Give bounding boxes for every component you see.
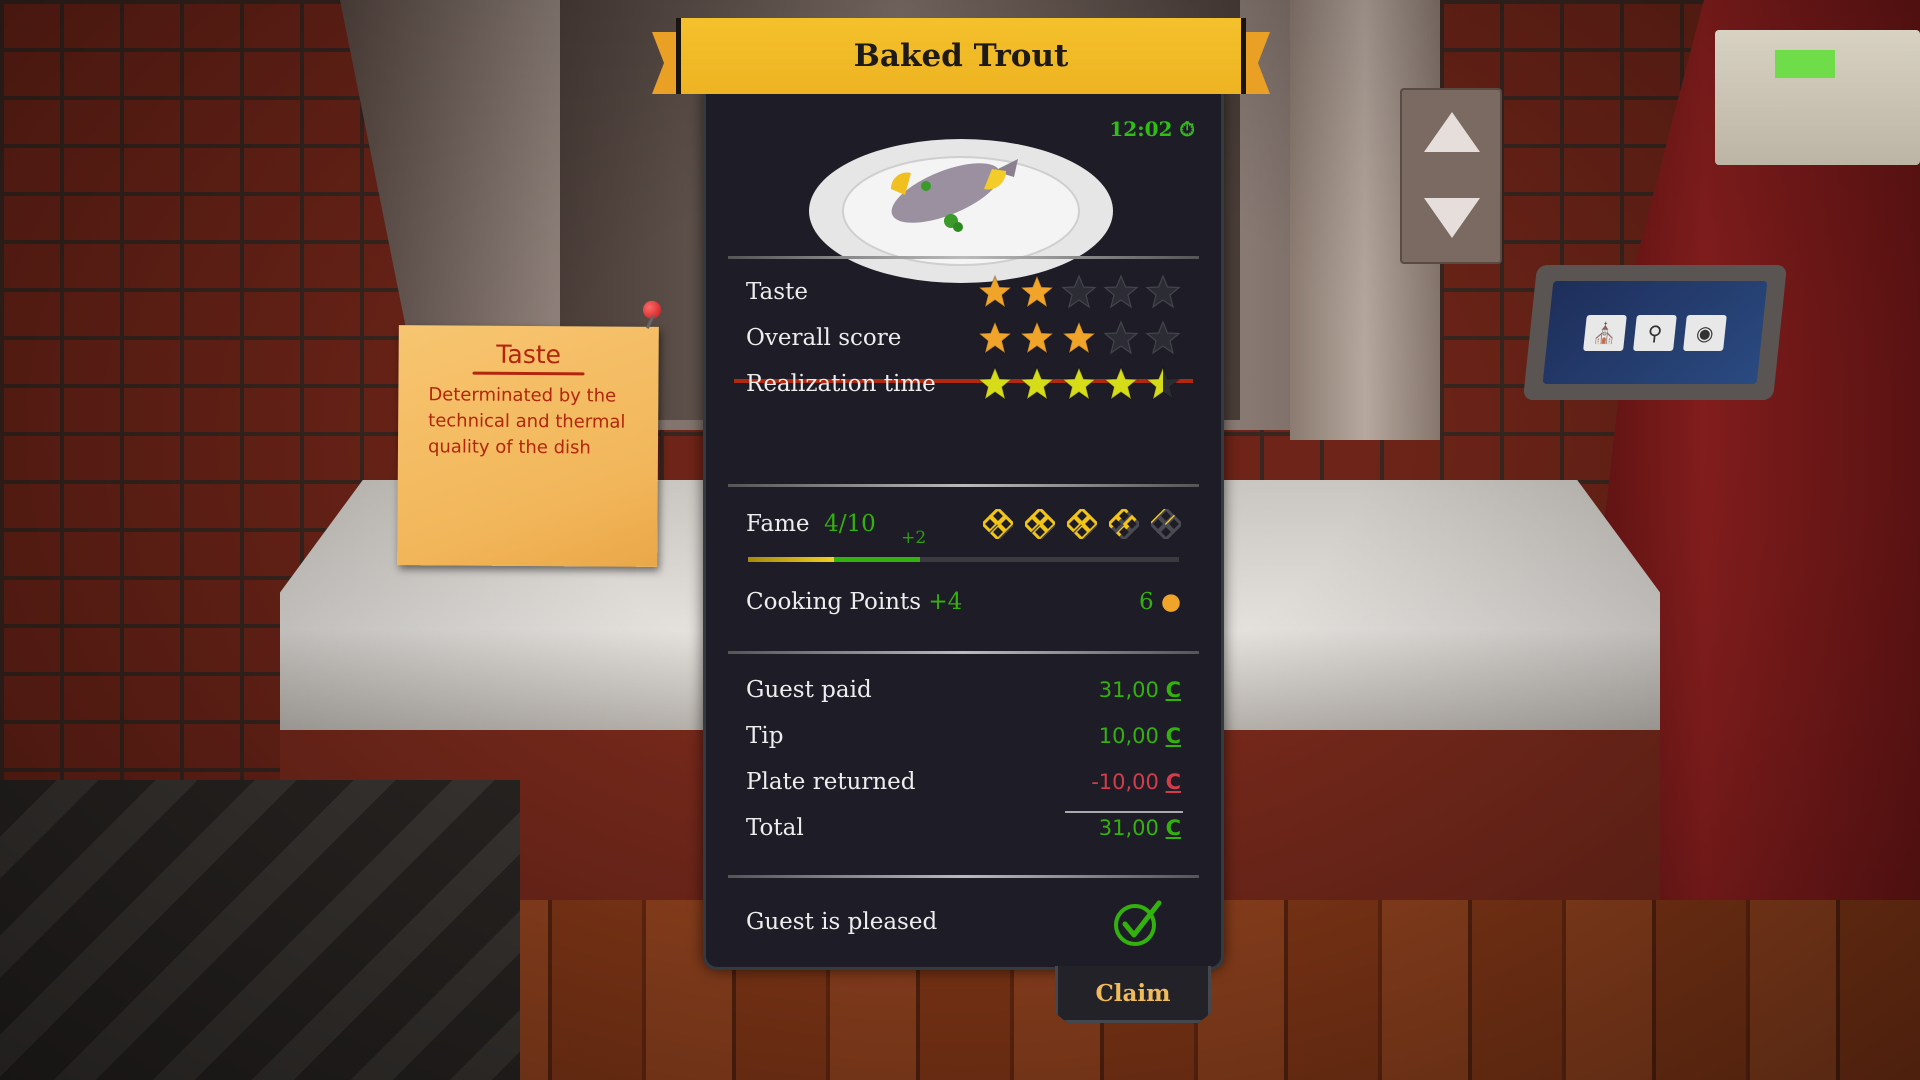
tooltip-title: Taste [496, 339, 562, 370]
divider [728, 875, 1199, 878]
tooltip-title-underline [472, 371, 585, 376]
payment-amount: 31,00 C [1098, 816, 1181, 840]
currency-icon: C [1165, 770, 1181, 794]
dish-title: Baked Trout [853, 38, 1069, 74]
camera-app-icon[interactable]: ◉ [1683, 314, 1727, 351]
fame-progress-gain [834, 557, 921, 562]
star-filled-icon [1061, 320, 1097, 355]
fame-progress-bar [748, 557, 1179, 562]
star-filled-icon [1061, 366, 1097, 401]
star-empty-icon [1145, 320, 1181, 355]
star-filled-icon [1019, 274, 1055, 309]
payment-label: Tip [746, 723, 784, 749]
guest-status-row: Guest is pleased [746, 897, 1181, 947]
fame-icon-filled [983, 509, 1013, 539]
dish-result-panel: 12:02 ⏱ Taste Overall score Realization … [703, 88, 1224, 970]
payment-label: Plate returned [746, 769, 916, 795]
timer-value: 12:02 [1109, 117, 1173, 141]
currency-icon: C [1165, 816, 1181, 840]
rating-row-realization-time[interactable]: Realization time [746, 366, 1181, 402]
fame-row[interactable]: Fame 4/10 +2 [746, 509, 1181, 548]
cooking-points-delta: +4 [928, 589, 963, 615]
star-filled-icon [977, 274, 1013, 309]
timer: 12:02 ⏱ [1109, 117, 1195, 141]
currency-icon: C [1165, 724, 1181, 748]
star-rating [977, 320, 1181, 356]
thermostat[interactable] [1715, 30, 1920, 165]
star-rating [977, 366, 1181, 402]
fame-label: Fame [746, 511, 810, 537]
payment-label: Guest paid [746, 677, 872, 703]
star-half-icon [1145, 366, 1181, 401]
star-filled-icon [977, 320, 1013, 355]
divider [728, 484, 1199, 487]
fame-icons [983, 509, 1181, 539]
divider [728, 256, 1199, 259]
payment-amount: 31,00 C [1098, 678, 1181, 702]
fame-icon-filled [1067, 509, 1097, 539]
cooking-points-label: Cooking Points [746, 589, 922, 615]
fame-delta: +2 [901, 528, 927, 548]
payment-row-tip: Tip 10,00 C [746, 723, 1181, 749]
star-empty-icon [1145, 274, 1181, 309]
payment-amount: 10,00 C [1098, 724, 1181, 748]
sum-line [1065, 811, 1183, 813]
tooltip-body: Determinated by the technical and therma… [427, 384, 626, 459]
payment-label: Total [746, 815, 804, 841]
star-rating [977, 274, 1181, 310]
thermostat-display [1775, 50, 1835, 78]
star-filled-icon [977, 366, 1013, 401]
star-empty-icon [1061, 274, 1097, 309]
fame-progress-previous [748, 557, 835, 562]
star-empty-icon [1103, 320, 1139, 355]
tooltip-note: Taste Determinated by the technical and … [397, 300, 662, 567]
fame-icon-filled [1025, 509, 1055, 539]
wall-tablet[interactable]: ⛪ ⚲ ◉ [1522, 265, 1788, 400]
ribbon: Baked Trout [676, 18, 1246, 94]
chef-hat-icon: ● [1160, 589, 1181, 615]
currency-icon: C [1165, 678, 1181, 702]
stopwatch-icon: ⏱ [1179, 117, 1195, 141]
guest-status-label: Guest is pleased [746, 909, 938, 935]
fame-value: 4/10 [824, 511, 876, 537]
divider [728, 651, 1199, 654]
cooking-points-row: Cooking Points +4 6 ● [746, 589, 1181, 615]
payment-amount: -10,00 C [1091, 770, 1181, 794]
star-empty-icon [1103, 274, 1139, 309]
star-filled-icon [1103, 366, 1139, 401]
rating-row-overall[interactable]: Overall score [746, 320, 1181, 356]
rating-label: Taste [746, 279, 808, 305]
search-dish-app-icon[interactable]: ⚲ [1633, 314, 1677, 351]
payment-row-guest-paid: Guest paid 31,00 C [746, 677, 1181, 703]
claim-button[interactable]: Claim [1055, 966, 1211, 1023]
tablet-screen: ⛪ ⚲ ◉ [1542, 281, 1768, 384]
elevator-up-button[interactable] [1424, 112, 1480, 152]
star-filled-icon [1019, 320, 1055, 355]
order-app-icon[interactable]: ⛪ [1583, 314, 1627, 351]
cooking-points-total: 6 [1138, 589, 1154, 615]
pushpin-icon [642, 300, 662, 319]
payment-row-plate-returned: Plate returned -10,00 C [746, 769, 1181, 795]
elevator-down-button[interactable] [1424, 198, 1480, 238]
check-circle-icon [1114, 900, 1162, 946]
elevator-control-panel [1400, 88, 1502, 264]
fame-icon-half [1109, 509, 1139, 539]
star-filled-icon [1019, 366, 1055, 401]
dish-title-banner: Baked Trout [652, 18, 1270, 94]
dish-image [809, 139, 1113, 283]
fame-icon-empty [1151, 509, 1181, 539]
rating-label: Overall score [746, 325, 902, 351]
payment-row-total: Total 31,00 C [746, 815, 1181, 841]
rating-label: Realization time [746, 371, 936, 397]
rating-row-taste[interactable]: Taste [746, 274, 1181, 310]
